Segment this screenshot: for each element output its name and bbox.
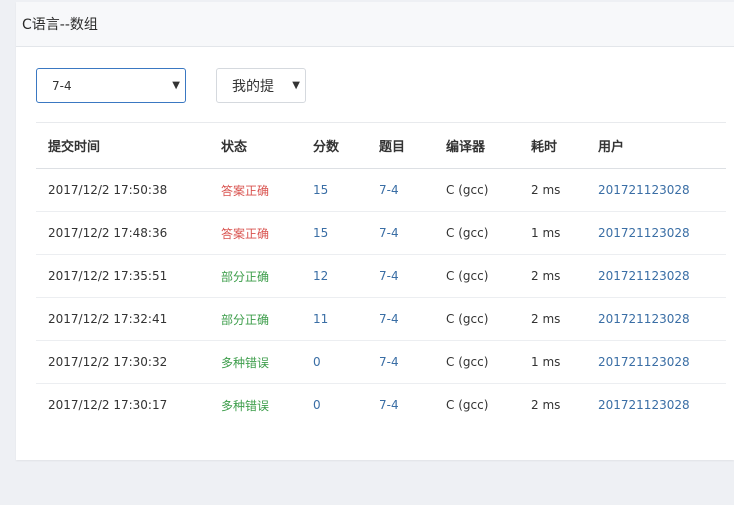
cell-status[interactable]: 多种错误 [209,341,301,384]
cell-user[interactable]: 201721123028 [586,384,726,427]
cell-compiler: C (gcc) [446,269,489,283]
cell-compiler: C (gcc) [446,398,489,413]
cell-user[interactable]: 201721123028 [586,298,726,341]
cell-score: 15 [313,226,329,240]
submissions-panel: C语言--数组 7-4 ▼ 我的提 ▼ 提交时间 状态 分数 题目 编译器 耗时… [16,2,734,460]
table-row: 2017/12/2 17:48:36 答案正确 15 7-4 C (gcc) 1 ms 20… [36,212,726,255]
cell-problem[interactable]: 7-4 [367,169,434,212]
column-header-time: 提交时间 [48,140,101,155]
cell-duration: 2 ms [531,398,561,413]
cell-compiler: C (gcc) [446,226,489,240]
column-header-problem: 题目 [379,140,406,155]
cell-time[interactable]: 2017/12/2 17:30:17 [36,384,209,427]
cell-problem[interactable]: 7-4 [367,212,434,255]
panel-header: C语言--数组 [16,2,734,47]
table-row: 2017/12/2 17:32:41 部分正确 11 7-4 C (gcc) 2 ms 20… [36,298,726,341]
submissions-table-wrap: 提交时间 状态 分数 题目 编译器 耗时 用户 2017/12/2 17:50:… [36,122,726,427]
cell-user[interactable]: 201721123028 [586,341,726,384]
cell-duration: 2 ms [531,269,561,283]
page-title: C语言--数组 [22,17,98,33]
cell-score: 12 [313,269,329,283]
cell-duration: 2 ms [531,312,561,326]
cell-time[interactable]: 2017/12/2 17:50:38 [36,169,209,212]
column-header-user: 用户 [598,140,625,155]
table-row: 2017/12/2 17:50:38 答案正确 15 7-4 C (gcc) 2 ms 20… [36,169,726,212]
table-header-row: 提交时间 状态 分数 题目 编译器 耗时 用户 [36,122,726,169]
cell-score: 11 [313,312,329,326]
cell-status[interactable]: 部分正确 [209,298,301,341]
cell-status[interactable]: 多种错误 [209,384,301,427]
problem-select-value: 7-4 [52,78,72,93]
filter-bar: 7-4 ▼ 我的提 ▼ [36,68,716,104]
cell-status[interactable]: 答案正确 [209,212,301,255]
cell-time[interactable]: 2017/12/2 17:48:36 [36,212,209,255]
cell-compiler: C (gcc) [446,312,489,326]
scope-select-value: 我的提 [232,78,274,95]
cell-compiler: C (gcc) [446,355,489,369]
submissions-table: 提交时间 状态 分数 题目 编译器 耗时 用户 2017/12/2 17:50:… [36,122,726,427]
cell-user[interactable]: 201721123028 [586,212,726,255]
table-row: 2017/12/2 17:30:17 多种错误 0 7-4 C (gcc) 2 ms 201… [36,384,726,427]
scope-select[interactable]: 我的提 ▼ [216,68,306,103]
cell-time[interactable]: 2017/12/2 17:32:41 [36,298,209,341]
cell-problem[interactable]: 7-4 [367,384,434,427]
column-header-score: 分数 [313,140,340,155]
cell-score: 15 [313,183,329,197]
cell-user[interactable]: 201721123028 [586,169,726,212]
problem-select[interactable]: 7-4 ▼ [36,68,186,103]
table-row: 2017/12/2 17:35:51 部分正确 12 7-4 C (gcc) 2 ms 20… [36,255,726,298]
cell-time[interactable]: 2017/12/2 17:30:32 [36,341,209,384]
column-header-status: 状态 [221,140,248,155]
cell-duration: 1 ms [531,226,561,240]
cell-problem[interactable]: 7-4 [367,298,434,341]
cell-score: 0 [313,355,321,369]
cell-problem[interactable]: 7-4 [367,255,434,298]
column-header-compiler: 编译器 [446,140,486,155]
caret-down-icon: ▼ [292,79,300,91]
cell-compiler: C (gcc) [446,183,489,197]
cell-status[interactable]: 部分正确 [209,255,301,298]
cell-status[interactable]: 答案正确 [209,169,301,212]
cell-time[interactable]: 2017/12/2 17:35:51 [36,255,209,298]
column-header-duration: 耗时 [531,140,558,155]
cell-problem[interactable]: 7-4 [367,341,434,384]
table-row: 2017/12/2 17:30:32 多种错误 0 7-4 C (gcc) 1 ms 201… [36,341,726,384]
caret-down-icon: ▼ [172,79,180,91]
cell-duration: 2 ms [531,183,561,197]
cell-user[interactable]: 201721123028 [586,255,726,298]
cell-duration: 1 ms [531,355,561,369]
cell-score: 0 [313,398,321,413]
